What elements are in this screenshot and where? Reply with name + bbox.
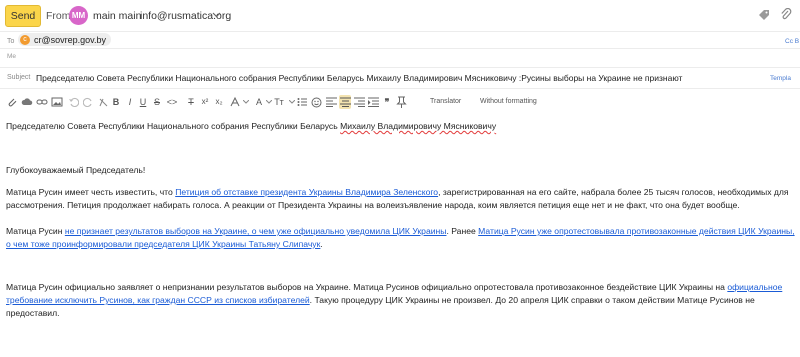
pin-icon[interactable] [395, 95, 407, 109]
bold-icon[interactable]: B [110, 95, 122, 109]
underline-icon[interactable]: U [137, 95, 149, 109]
cc-bcc-link[interactable]: Cc B [785, 38, 799, 45]
recipient-avatar: c [20, 34, 30, 45]
to-row: To c cr@sovrep.gov.by Cc B [0, 33, 800, 47]
font-family-icon[interactable]: Tт [273, 95, 285, 109]
code-icon[interactable]: <> [166, 95, 178, 109]
strikethrough-icon[interactable]: S [151, 95, 163, 109]
link-icon[interactable] [36, 95, 48, 109]
paragraph: Матица Русин имеет честь известить, что … [6, 187, 789, 210]
translator-button[interactable]: Translator [430, 98, 461, 105]
strike-alt-icon[interactable]: T [185, 95, 197, 109]
superscript-icon[interactable]: x² [199, 95, 211, 109]
paragraph: Матица Русин официально заявляет о непри… [6, 282, 783, 318]
petition-link[interactable]: Петиция об отставке президента Украины В… [175, 187, 438, 197]
bullet-list-icon[interactable] [296, 95, 308, 109]
redo-icon[interactable] [82, 95, 94, 109]
greeting-paragraph: Глубокоуважаемый Председатель! [6, 165, 146, 175]
divider [0, 48, 800, 49]
recipient-chip[interactable]: c cr@sovrep.gov.by [18, 33, 111, 46]
subject-input[interactable]: Председателю Совета Республики Националь… [36, 73, 682, 83]
emoji-icon[interactable] [310, 95, 322, 109]
align-center-icon[interactable] [339, 95, 351, 109]
undo-icon[interactable] [67, 95, 79, 109]
compose-header: Send From: MM main main info@rusmatica.o… [0, 0, 800, 33]
align-right-icon[interactable] [353, 95, 365, 109]
salutation-line: Председателю Совета Республики Националь… [6, 121, 497, 131]
paragraph: Матица Русин не признает результатов выб… [6, 226, 795, 249]
me-label: Me [7, 53, 17, 60]
clear-format-icon[interactable] [97, 95, 109, 109]
recipient-email: cr@sovrep.gov.by [34, 34, 106, 45]
paperclip-icon[interactable] [780, 8, 792, 22]
quote-icon[interactable]: ❞ [381, 95, 393, 109]
without-formatting-button[interactable]: Without formatting [480, 98, 537, 105]
from-avatar: MM [69, 6, 88, 25]
attach-icon[interactable] [6, 95, 18, 109]
formatting-toolbar: B I U S <> T x² x₂ A Tт ❞ Translator Wit… [0, 95, 800, 111]
image-icon[interactable] [51, 95, 63, 109]
divider [0, 67, 800, 68]
cloud-attach-icon[interactable] [21, 95, 33, 109]
align-left-icon[interactable] [325, 95, 337, 109]
subject-row: Subject Председателю Совета Республики Н… [0, 72, 800, 86]
from-name[interactable]: main main [93, 10, 141, 22]
chevron-down-icon[interactable] [212, 12, 221, 18]
send-button[interactable]: Send [5, 5, 41, 27]
italic-icon[interactable]: I [124, 95, 136, 109]
subscript-icon[interactable]: x₂ [213, 95, 225, 109]
to-label: To [7, 38, 15, 45]
divider [0, 31, 800, 32]
election-link[interactable]: не признает результатов выборов на Украи… [65, 226, 447, 236]
indent-icon[interactable] [367, 95, 379, 109]
tag-icon[interactable] [758, 9, 770, 21]
divider [0, 88, 800, 89]
subject-label: Subject [7, 74, 31, 81]
chevron-down-icon[interactable] [240, 95, 252, 109]
templates-link[interactable]: Templa [770, 75, 791, 82]
